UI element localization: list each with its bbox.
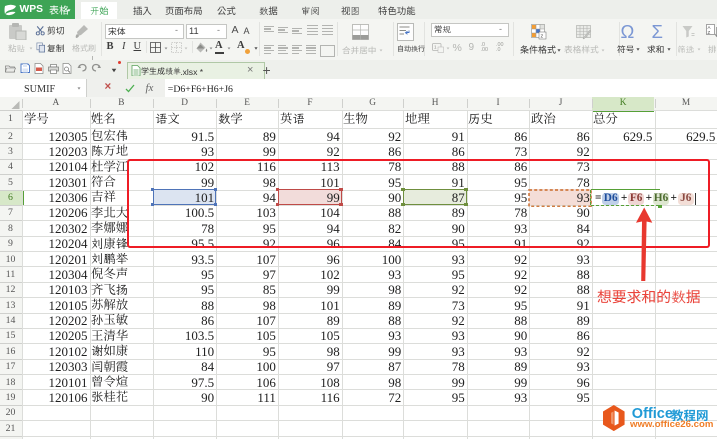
svg-text:Z: Z [708,30,711,35]
svg-text:A: A [708,25,711,30]
svg-text:z: z [541,34,544,40]
svg-text:1: 1 [434,45,437,50]
